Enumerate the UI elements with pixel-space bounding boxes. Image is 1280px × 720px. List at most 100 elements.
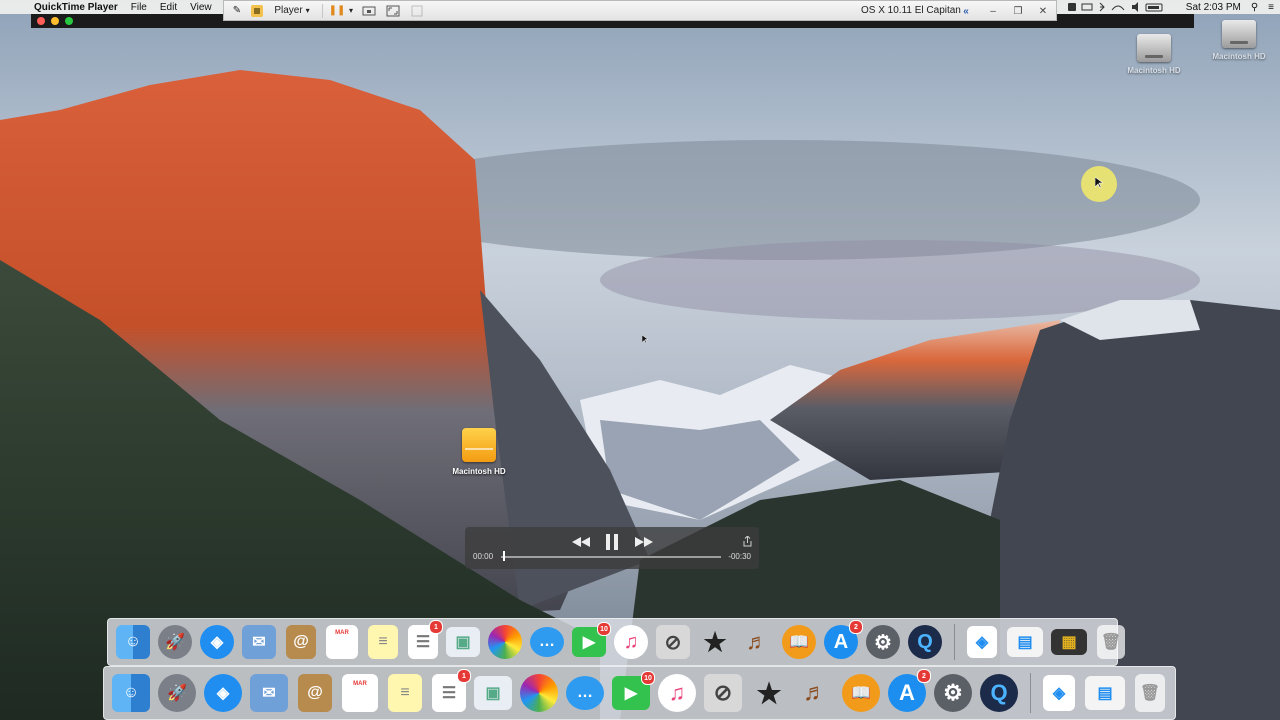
hard-drive-icon bbox=[1137, 34, 1171, 62]
search-icon[interactable]: ⚲ bbox=[1251, 2, 1258, 13]
guest-os-name: OS X 10.11 El Capitan bbox=[861, 5, 961, 16]
documents-stack-icon[interactable]: ▤ bbox=[1007, 627, 1043, 657]
external-drive-icon bbox=[462, 428, 496, 462]
unity-mode-icon[interactable] bbox=[405, 2, 429, 19]
menu-edit[interactable]: Edit bbox=[160, 2, 177, 13]
mouse-pointer-icon bbox=[1095, 177, 1103, 189]
remaining-time: -00:30 bbox=[728, 552, 751, 561]
photos-icon[interactable] bbox=[520, 674, 558, 712]
list-icon[interactable]: ≡ bbox=[1268, 2, 1274, 13]
scrubber-track[interactable] bbox=[501, 556, 721, 558]
rewind-button[interactable] bbox=[569, 533, 593, 551]
dvd-player-icon[interactable]: ⊘ bbox=[656, 625, 690, 659]
dock-guest: ☺ 🚀 ◈ ✉ @ MAR 26 ≡ ☰ 1 ▣ … ▶ 10 ♫ ⊘ ★ ♬ … bbox=[107, 618, 1125, 666]
app-store-icon[interactable]: A 2 bbox=[824, 620, 863, 659]
menu-file[interactable]: File bbox=[131, 2, 147, 13]
pin-icon[interactable]: ✎ bbox=[228, 2, 246, 19]
fit-window-icon[interactable] bbox=[381, 2, 405, 19]
close-icon[interactable]: ✕ bbox=[1035, 3, 1051, 19]
photos-icon[interactable] bbox=[488, 625, 522, 659]
calendar-icon[interactable]: MAR 26 bbox=[342, 674, 378, 712]
status-area: Sat 2:03 PM ⚲ ≡ bbox=[1066, 0, 1274, 14]
messages-icon[interactable]: … bbox=[530, 627, 564, 657]
send-keys-icon[interactable] bbox=[357, 2, 381, 19]
notes-icon[interactable]: ≡ bbox=[368, 625, 398, 659]
quicktime-icon[interactable]: Q bbox=[980, 674, 1018, 712]
messages-icon[interactable]: … bbox=[566, 676, 604, 710]
pause-dropdown-icon[interactable]: ▾ bbox=[345, 2, 357, 19]
reminders-icon[interactable]: ☰ 1 bbox=[432, 669, 471, 712]
zoom-window-button[interactable] bbox=[65, 17, 73, 25]
playback-controls: 00:00 -00:30 bbox=[465, 527, 759, 569]
ibooks-icon[interactable]: 📖 bbox=[782, 625, 816, 659]
minimize-window-button[interactable] bbox=[51, 17, 59, 25]
mail-icon[interactable]: ✉ bbox=[242, 625, 276, 659]
player-menu[interactable]: Player ▾ bbox=[268, 2, 316, 19]
calendar-icon[interactable]: MAR 26 bbox=[326, 625, 358, 659]
facetime-icon[interactable]: ▶ 10 bbox=[572, 622, 611, 657]
trash-icon[interactable]: 🗑 bbox=[1135, 674, 1165, 712]
facetime-icon[interactable]: ▶ 10 bbox=[612, 671, 655, 710]
downloads-stack-icon[interactable]: ◈ bbox=[967, 626, 997, 658]
vm-toolbar: ✎ Player ▾ ❚❚ ▾ OS X 10.11 El Capitan « … bbox=[223, 0, 1057, 21]
mail-icon[interactable]: ✉ bbox=[250, 674, 288, 712]
launchpad-icon[interactable]: 🚀 bbox=[158, 625, 192, 659]
close-window-button[interactable] bbox=[37, 17, 45, 25]
hard-drive-icon bbox=[1222, 20, 1256, 48]
dock-divider bbox=[954, 624, 955, 660]
trash-icon[interactable]: 🗑 bbox=[1097, 625, 1125, 659]
reminders-badge: 1 bbox=[429, 620, 443, 634]
quicktime-icon[interactable]: Q bbox=[908, 625, 942, 659]
preview-icon[interactable]: ▣ bbox=[474, 676, 512, 710]
current-time: 00:00 bbox=[473, 552, 494, 561]
itunes-icon[interactable]: ♫ bbox=[614, 625, 648, 659]
dock-divider bbox=[1030, 673, 1031, 713]
finder-icon[interactable]: ☺ bbox=[112, 674, 150, 712]
system-preferences-icon[interactable]: ⚙ bbox=[934, 674, 972, 712]
pause-button[interactable] bbox=[601, 532, 623, 552]
imovie-icon[interactable]: ★ bbox=[698, 625, 732, 659]
app-name-menu[interactable]: QuickTime Player bbox=[34, 2, 118, 13]
share-icon[interactable] bbox=[741, 535, 753, 547]
app-store-icon[interactable]: A 2 bbox=[888, 669, 931, 712]
reminders-icon[interactable]: ☰ 1 bbox=[408, 620, 443, 659]
contacts-icon[interactable]: @ bbox=[286, 625, 316, 659]
contacts-icon[interactable]: @ bbox=[298, 674, 332, 712]
desktop-drive-icon-guest[interactable]: Macintosh HD bbox=[1124, 34, 1184, 75]
toolbar-divider bbox=[322, 3, 323, 18]
dvd-player-icon[interactable]: ⊘ bbox=[704, 674, 742, 712]
garageband-icon[interactable]: ♬ bbox=[796, 674, 834, 712]
screenshots-stack-icon[interactable]: ▦ bbox=[1051, 629, 1087, 655]
collapse-toolbar-icon[interactable]: « bbox=[958, 3, 974, 19]
ibooks-icon[interactable]: 📖 bbox=[842, 674, 880, 712]
finder-icon[interactable]: ☺ bbox=[116, 625, 150, 659]
reminders-badge: 1 bbox=[457, 669, 471, 683]
documents-stack-icon[interactable]: ▤ bbox=[1085, 676, 1125, 710]
vm-logo-icon bbox=[246, 2, 268, 19]
itunes-icon[interactable]: ♫ bbox=[658, 674, 696, 712]
downloads-stack-icon[interactable]: ◈ bbox=[1043, 675, 1075, 711]
desktop-drive-icon-main[interactable]: Macintosh HD bbox=[448, 428, 510, 476]
safari-icon[interactable]: ◈ bbox=[200, 625, 234, 659]
garageband-icon[interactable]: ♬ bbox=[740, 625, 774, 659]
restore-icon[interactable]: ❐ bbox=[1010, 3, 1026, 19]
scrubber-knob[interactable] bbox=[503, 551, 506, 561]
app-store-badge: 2 bbox=[917, 669, 931, 683]
preview-icon[interactable]: ▣ bbox=[446, 627, 480, 657]
launchpad-icon[interactable]: 🚀 bbox=[158, 674, 196, 712]
safari-icon[interactable]: ◈ bbox=[204, 674, 242, 712]
desktop-drive-icon-host[interactable]: Macintosh HD bbox=[1206, 20, 1272, 61]
pause-vm-button[interactable]: ❚❚ bbox=[329, 2, 346, 19]
notes-icon[interactable]: ≡ bbox=[388, 674, 422, 712]
minimize-icon[interactable]: – bbox=[985, 3, 1001, 19]
status-icons[interactable] bbox=[1066, 1, 1176, 13]
facetime-badge: 10 bbox=[641, 671, 655, 685]
desktop-wallpaper bbox=[0, 0, 1280, 720]
imovie-icon[interactable]: ★ bbox=[750, 674, 788, 712]
clock[interactable]: Sat 2:03 PM bbox=[1186, 2, 1241, 13]
fast-forward-button[interactable] bbox=[632, 533, 656, 551]
dock-host: ☺ 🚀 ◈ ✉ @ MAR 26 ≡ ☰ 1 ▣ … ▶ 10 ♫ ⊘ ★ ♬ … bbox=[103, 666, 1176, 720]
mouse-pointer-icon bbox=[642, 335, 648, 344]
system-preferences-icon[interactable]: ⚙ bbox=[866, 625, 900, 659]
menu-view[interactable]: View bbox=[190, 2, 212, 13]
